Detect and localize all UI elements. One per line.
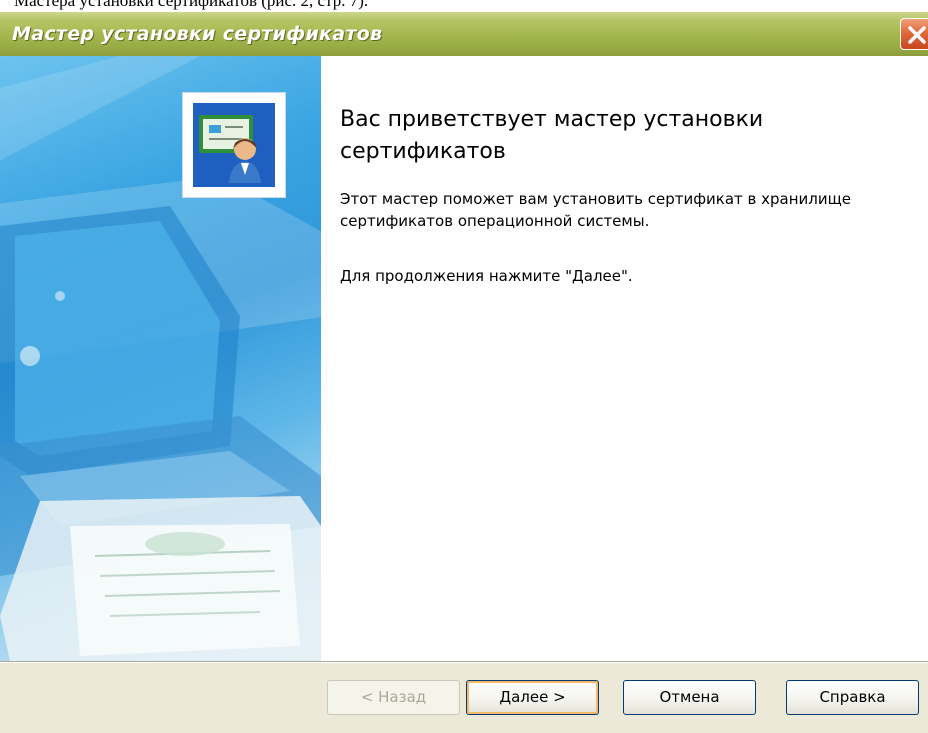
- wizard-heading: Вас приветствует мастер установки сертиф…: [340, 107, 764, 164]
- next-button[interactable]: Далее >: [466, 680, 599, 715]
- certificate-icon: [193, 103, 275, 187]
- document-caption: Мастера установки сертификатов (рис. 2, …: [14, 0, 369, 10]
- certificate-icon-frame: [182, 92, 286, 198]
- title-bar[interactable]: Мастер установки сертификатов: [0, 12, 928, 56]
- wizard-description: Этот мастер поможет вам установить серти…: [340, 190, 851, 230]
- wizard-side-image: [0, 56, 321, 661]
- cancel-button[interactable]: Отмена: [623, 680, 756, 715]
- wizard-continue-hint: Для продолжения нажмите "Далее".: [340, 267, 633, 285]
- document-caption-strip: Мастера установки сертификатов (рис. 2, …: [0, 0, 928, 12]
- close-button[interactable]: [900, 18, 928, 50]
- close-icon: [908, 26, 926, 44]
- back-button[interactable]: < Назад: [327, 680, 460, 715]
- help-button[interactable]: Справка: [786, 680, 919, 715]
- button-divider: [0, 661, 928, 663]
- wizard-content: Вас приветствует мастер установки сертиф…: [0, 56, 928, 661]
- wizard-window: Мастер установки сертификатов Вас привет…: [0, 12, 928, 733]
- window-title: Мастер установки сертификатов: [12, 23, 383, 45]
